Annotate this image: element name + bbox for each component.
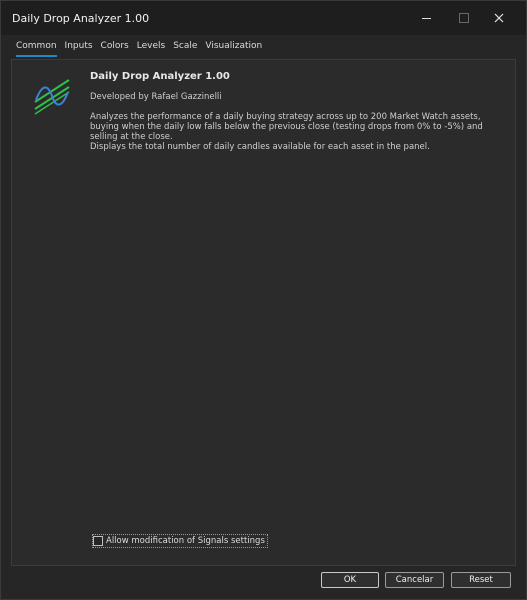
common-panel: Daily Drop Analyzer 1.00 Developed by Ra… xyxy=(11,59,516,566)
close-icon xyxy=(494,13,504,23)
indicator-title: Daily Drop Analyzer 1.00 xyxy=(90,71,230,82)
signals-checkbox[interactable] xyxy=(93,536,103,546)
close-button[interactable] xyxy=(483,5,515,31)
tab-scale[interactable]: Scale xyxy=(173,41,197,57)
signals-checkbox-row[interactable]: Allow modification of Signals settings xyxy=(92,534,268,548)
tab-inputs[interactable]: Inputs xyxy=(65,41,93,57)
title-bar: Daily Drop Analyzer 1.00 xyxy=(1,1,526,35)
maximize-icon xyxy=(459,13,469,23)
tab-colors[interactable]: Colors xyxy=(101,41,129,57)
reset-button[interactable]: Reset xyxy=(451,572,511,588)
signals-checkbox-label[interactable]: Allow modification of Signals settings xyxy=(106,536,265,546)
minimize-button[interactable] xyxy=(410,5,442,31)
dialog-window: Daily Drop Analyzer 1.00 Common Inputs C… xyxy=(0,0,527,600)
tab-levels[interactable]: Levels xyxy=(137,41,165,57)
cancel-button[interactable]: Cancelar xyxy=(385,572,444,588)
ok-button[interactable]: OK xyxy=(321,572,379,588)
tab-common[interactable]: Common xyxy=(16,41,57,57)
description-line-2: Displays the total number of daily candl… xyxy=(90,142,430,152)
description: Analyzes the performance of a daily buyi… xyxy=(90,112,495,152)
tab-visualization[interactable]: Visualization xyxy=(205,41,262,57)
tab-bar: Common Inputs Colors Levels Scale Visual… xyxy=(16,41,270,57)
minimize-icon xyxy=(421,17,431,19)
indicator-logo-icon xyxy=(34,79,70,115)
window-title: Daily Drop Analyzer 1.00 xyxy=(12,12,150,25)
developer-text: Developed by Rafael Gazzinelli xyxy=(90,92,222,102)
description-line-1: Analyzes the performance of a daily buyi… xyxy=(90,112,483,142)
maximize-button[interactable] xyxy=(448,5,480,31)
